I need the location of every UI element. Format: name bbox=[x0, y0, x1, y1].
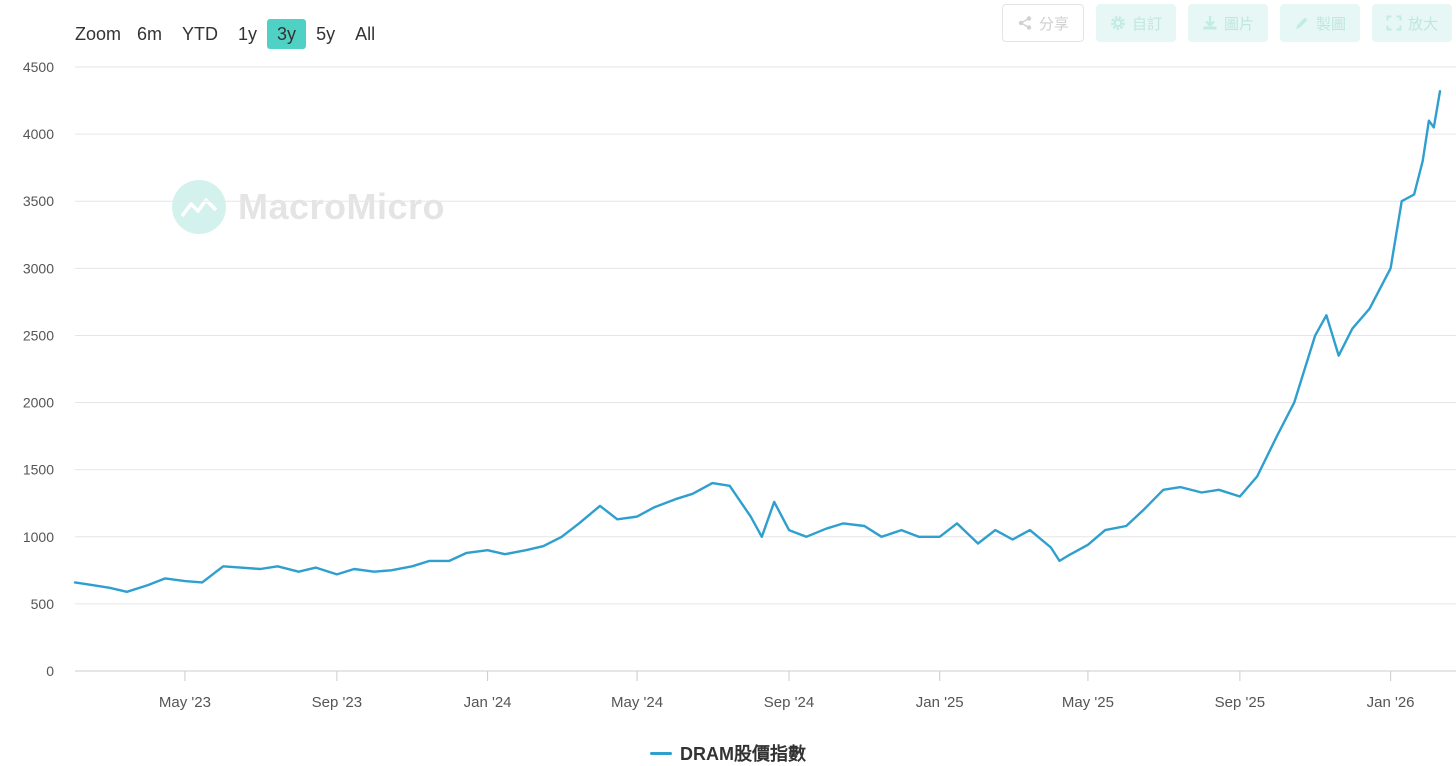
x-tick-label: Sep '24 bbox=[764, 694, 814, 711]
y-tick-label: 0 bbox=[46, 663, 54, 679]
x-tick-label: Jan '26 bbox=[1367, 694, 1415, 711]
x-tick-label: Sep '25 bbox=[1215, 694, 1265, 711]
x-tick-label: May '24 bbox=[611, 694, 663, 711]
legend-swatch bbox=[650, 751, 672, 755]
y-tick-label: 2000 bbox=[23, 395, 54, 411]
y-tick-label: 4500 bbox=[23, 59, 54, 75]
y-tick-label: 1500 bbox=[23, 462, 54, 478]
x-tick-label: May '25 bbox=[1062, 694, 1114, 711]
y-tick-label: 3500 bbox=[23, 193, 54, 209]
legend-series-name: DRAM股價指數 bbox=[680, 744, 806, 764]
plot-area: May '23 Sep '23 Jan '24 May '24 Sep '24 Jan '… bbox=[23, 59, 1456, 711]
x-tick-label: Sep '23 bbox=[312, 694, 362, 711]
y-tick-label: 500 bbox=[31, 596, 55, 612]
y-tick-label: 3000 bbox=[23, 260, 54, 276]
x-tick-label: May '23 bbox=[159, 694, 211, 711]
y-tick-label: 2500 bbox=[23, 327, 54, 343]
series-line-dram-index bbox=[73, 90, 1442, 593]
x-tick-label: Jan '25 bbox=[916, 694, 964, 711]
chart-container: Zoom 6m YTD 1y 3y 5y All 分享 自訂 圖片 製圖 放大 bbox=[0, 0, 1456, 764]
y-tick-label: 4000 bbox=[23, 126, 54, 142]
x-tick-label: Jan '24 bbox=[464, 694, 512, 711]
legend: DRAM股價指數 bbox=[0, 740, 1456, 766]
y-tick-label: 1000 bbox=[23, 529, 54, 545]
